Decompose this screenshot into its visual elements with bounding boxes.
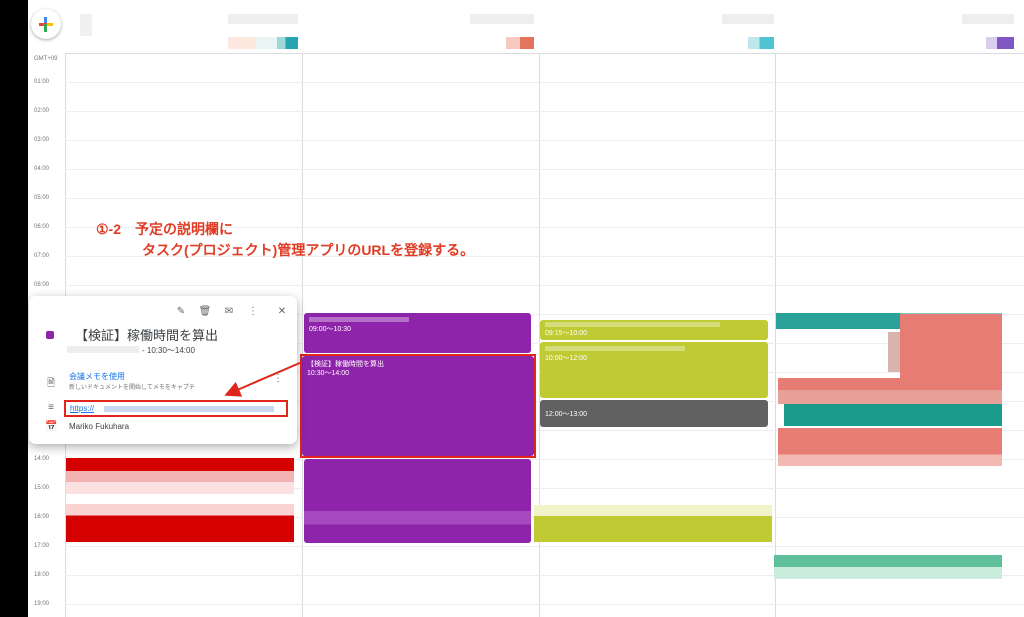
calendar-event-blurred[interactable]: [778, 428, 1002, 466]
hour-line: [65, 111, 1024, 112]
column-line: [302, 53, 303, 617]
hour-line: [65, 546, 1024, 547]
create-event-button[interactable]: [31, 9, 61, 39]
popup-event-title: 【検証】稼働時間を算出: [75, 328, 219, 343]
hour-label: 05:00: [34, 195, 50, 201]
event-time: 10:00～12:00: [545, 355, 588, 362]
calendar-icon: 📅: [45, 421, 58, 432]
calendar-event-blurred[interactable]: [304, 459, 531, 543]
more-options-icon[interactable]: ⋮: [246, 306, 260, 318]
edit-icon[interactable]: ✎: [174, 306, 188, 318]
annotation-line-2: タスク(プロジェクト)管理アプリのURLを登録する。: [142, 242, 475, 258]
calendar-event-gray[interactable]: 12:00～13:00: [540, 400, 768, 427]
calendar-event-olive-2[interactable]: 10:00～12:00: [540, 342, 768, 398]
calendar-event-blurred[interactable]: [784, 404, 1002, 426]
day-header-3[interactable]: [722, 14, 774, 24]
organizer-name: Mariko Fukuhara: [69, 422, 130, 431]
hour-line: [65, 198, 1024, 199]
header-blur: [80, 14, 92, 36]
timezone-label: GMT+09: [34, 56, 58, 62]
hour-line: [65, 285, 1024, 286]
calendar-event-blurred[interactable]: [778, 378, 1002, 390]
event-time: 09:00～10:30: [309, 326, 352, 333]
calendar-event-purple-morning[interactable]: 09:00～10:30: [304, 313, 531, 353]
hour-label: 18:00: [34, 572, 50, 578]
event-color-indicator: [46, 331, 54, 339]
delete-icon[interactable]: 🗑: [198, 306, 212, 318]
calendar-event-olive-1[interactable]: 09:15～10:00: [540, 320, 768, 340]
hour-label: 15:00: [34, 485, 50, 491]
day-header-1[interactable]: [228, 14, 298, 24]
day-header-3-chips: [748, 37, 774, 49]
hour-line: [65, 169, 1024, 170]
day-header-2[interactable]: [470, 14, 534, 24]
meeting-notes-link[interactable]: 会議メモを使用: [69, 371, 125, 382]
hour-label: 17:00: [34, 543, 50, 549]
hour-line: [65, 82, 1024, 83]
annotation-callout: ①-2 予定の説明欄に タスク(プロジェクト)管理アプリのURLを登録する。: [96, 219, 474, 261]
document-icon: 🗎: [46, 378, 56, 389]
calendar-event-blurred[interactable]: [774, 555, 1002, 579]
left-black-strip: [0, 0, 28, 617]
url-highlight-box: https://: [64, 400, 288, 417]
close-icon[interactable]: ✕: [275, 306, 289, 318]
calendar-event-blurred[interactable]: [66, 458, 294, 482]
hour-line: [65, 140, 1024, 141]
annotation-line-1: 予定の説明欄に: [135, 221, 233, 237]
notes-more-icon[interactable]: ⋮: [273, 373, 283, 384]
header-divider: [65, 53, 1024, 54]
hour-label: 16:00: [34, 514, 50, 520]
meeting-notes-subtext: 新しいドキュメントを開始してメモをキャプチ: [69, 385, 195, 391]
column-line: [775, 53, 776, 617]
day-header-4[interactable]: [962, 14, 1014, 24]
email-icon[interactable]: ✉: [222, 306, 236, 318]
hour-label: 01:00: [34, 79, 50, 85]
calendar-event-blurred[interactable]: [66, 482, 294, 494]
hour-label: 19:00: [34, 601, 50, 607]
calendar-event-blurred[interactable]: [534, 505, 772, 542]
hour-label: 03:00: [34, 137, 50, 143]
calendar-event-blurred[interactable]: [778, 390, 1002, 404]
hour-label: 04:00: [34, 166, 50, 172]
day-header-2-chips: [506, 37, 534, 49]
hour-label: 08:00: [34, 282, 50, 288]
event-time: 12:00～13:00: [545, 411, 588, 418]
hour-label: 02:00: [34, 108, 50, 114]
day-header-1-chips: [228, 37, 298, 49]
event-detail-popup: ✎ 🗑 ✉ ⋮ ✕ 【検証】稼働時間を算出 - 10:30～14:00 🗎 会議…: [29, 296, 297, 444]
annotation-number: ①-2: [96, 221, 121, 237]
calendar-event-blurred[interactable]: [888, 332, 900, 372]
hour-label: 14:00: [34, 456, 50, 462]
hour-label: 07:00: [34, 253, 50, 259]
calendar-week-view: GMT+09 01:00 02:00 03:00 04:00 05:00 06:…: [28, 0, 1024, 617]
event-highlight-box: [300, 354, 536, 458]
day-header-4-chips: [986, 37, 1014, 49]
description-url-blurred: [104, 406, 274, 412]
description-url-link[interactable]: https://: [70, 404, 94, 413]
popup-event-time: - 10:30～14:00: [142, 346, 195, 355]
description-icon: ≡: [48, 402, 54, 413]
hour-label: 06:00: [34, 224, 50, 230]
hour-line: [65, 604, 1024, 605]
event-time: 09:15～10:00: [545, 330, 588, 337]
calendar-event-blurred[interactable]: [66, 504, 294, 542]
popup-event-date: [67, 346, 139, 353]
